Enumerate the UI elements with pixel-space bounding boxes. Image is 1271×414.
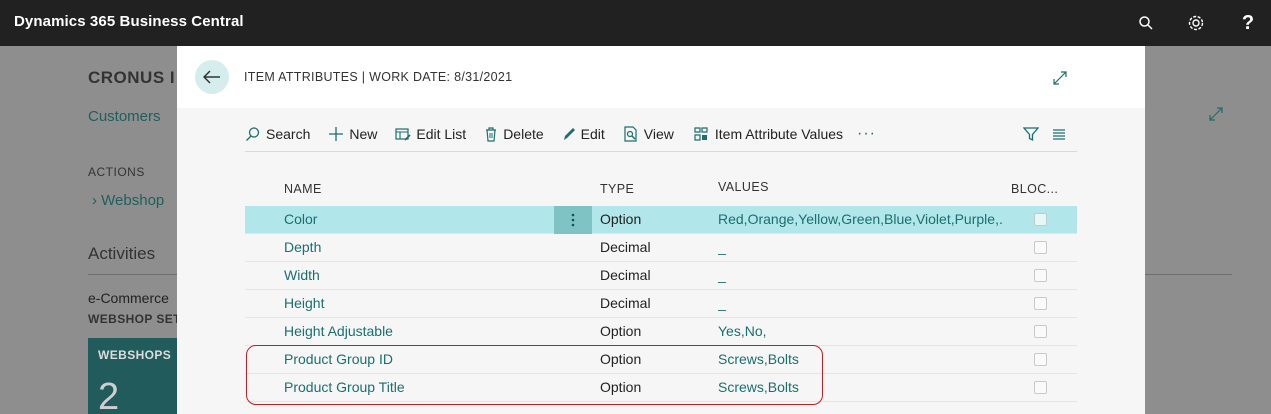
- delete-button[interactable]: Delete: [484, 125, 544, 142]
- item-attribute-values-label: Item Attribute Values: [714, 125, 844, 142]
- kebab-icon: [571, 213, 575, 227]
- back-button[interactable]: [195, 60, 229, 94]
- search-icon: [246, 126, 260, 141]
- company-name: CRONUS I: [88, 68, 176, 87]
- delete-label: Delete: [503, 125, 544, 142]
- cell-values[interactable]: Yes,No,: [718, 323, 1004, 339]
- column-header-name[interactable]: NAME: [284, 182, 322, 196]
- dialog-header: ITEM ATTRIBUTES | WORK DATE: 8/31/2021: [177, 46, 1145, 108]
- cell-name[interactable]: Depth: [284, 239, 321, 255]
- row-actions-button[interactable]: [554, 206, 592, 234]
- table-row[interactable]: Color Option Red,Orange,Yellow,Green,Blu…: [245, 206, 1077, 234]
- column-header-type[interactable]: TYPE: [600, 182, 634, 196]
- blocked-checkbox[interactable]: [1034, 241, 1047, 254]
- ecommerce-label: e-Commerce: [88, 290, 169, 306]
- column-header-blocked[interactable]: BLOC...: [1011, 182, 1058, 196]
- blocked-checkbox[interactable]: [1034, 213, 1047, 226]
- cell-type: Option: [600, 211, 642, 227]
- cell-name[interactable]: Color: [284, 211, 317, 227]
- webshop-setup-label: WEBSHOP SET: [88, 312, 181, 326]
- webshop-link-label: Webshop: [101, 192, 165, 209]
- edit-list-icon: [395, 127, 411, 141]
- view-icon: [624, 125, 637, 142]
- new-label: New: [349, 125, 378, 142]
- actions-heading: ACTIONS: [88, 165, 145, 179]
- search-icon[interactable]: [1134, 11, 1158, 35]
- chevron-right-icon: ›: [92, 192, 102, 209]
- table-header: NAME TYPE VALUES BLOC...: [245, 172, 1077, 206]
- help-icon[interactable]: ?: [1236, 11, 1260, 35]
- app-bar: Dynamics 365 Business Central ?: [0, 0, 1271, 46]
- cell-type: Decimal: [600, 267, 651, 283]
- highlight-annotation: [246, 345, 823, 405]
- search-button[interactable]: Search: [245, 126, 310, 142]
- activities-heading: Activities: [88, 244, 156, 263]
- blocked-checkbox[interactable]: [1034, 381, 1047, 394]
- filter-icon[interactable]: [1022, 126, 1040, 147]
- expand-icon[interactable]: [1208, 106, 1224, 127]
- cell-values[interactable]: _: [718, 267, 1004, 283]
- cell-values[interactable]: Red,Orange,Yellow,Green,Blue,Violet,Purp…: [718, 211, 1004, 227]
- webshops-tile[interactable]: WEBSHOPS 2: [88, 338, 180, 414]
- expand-icon[interactable]: [1052, 70, 1068, 91]
- blocked-checkbox[interactable]: [1034, 325, 1047, 338]
- cell-type: Decimal: [600, 295, 651, 311]
- gear-icon[interactable]: [1184, 11, 1208, 35]
- cell-values[interactable]: _: [718, 295, 1004, 311]
- cell-name[interactable]: Height Adjustable: [284, 323, 393, 339]
- cell-values[interactable]: _: [718, 239, 1004, 255]
- customers-link[interactable]: Customers: [88, 108, 161, 125]
- table-row[interactable]: Height Decimal _: [245, 290, 1077, 318]
- attribute-values-icon: [694, 126, 708, 141]
- tile-value: 2: [98, 376, 120, 414]
- new-button[interactable]: New: [328, 126, 377, 142]
- search-label: Search: [266, 125, 311, 142]
- view-button[interactable]: View: [623, 126, 674, 142]
- edit-label: Edit: [580, 125, 605, 142]
- table-row[interactable]: Width Decimal _: [245, 262, 1077, 290]
- item-attribute-values-button[interactable]: Item Attribute Values: [692, 126, 843, 142]
- cell-name[interactable]: Width: [284, 267, 320, 283]
- blocked-checkbox[interactable]: [1034, 297, 1047, 310]
- more-actions-button[interactable]: ···: [857, 125, 876, 143]
- plus-icon: [329, 126, 344, 141]
- edit-list-button[interactable]: Edit List: [395, 126, 466, 142]
- blocked-checkbox[interactable]: [1034, 269, 1047, 282]
- cell-name[interactable]: Height: [284, 295, 324, 311]
- webshop-link[interactable]: › Webshop: [92, 192, 164, 209]
- pencil-icon: [563, 127, 575, 140]
- action-bar: Search New Edit List Delete Edit View It…: [245, 116, 1077, 152]
- edit-list-label: Edit List: [416, 125, 467, 142]
- table-row[interactable]: Depth Decimal _: [245, 234, 1077, 262]
- column-header-values[interactable]: VALUES: [718, 180, 769, 194]
- edit-button[interactable]: Edit: [562, 126, 605, 142]
- arrow-left-icon: [203, 70, 220, 84]
- tile-label: WEBSHOPS: [98, 348, 172, 362]
- toolbar-right: [1022, 126, 1067, 147]
- list-view-icon[interactable]: [1051, 126, 1067, 147]
- cell-type: Option: [600, 323, 642, 339]
- blocked-checkbox[interactable]: [1034, 353, 1047, 366]
- table-row[interactable]: Height Adjustable Option Yes,No,: [245, 318, 1077, 346]
- trash-icon: [486, 126, 497, 142]
- cell-type: Decimal: [600, 239, 651, 255]
- view-label: View: [643, 125, 674, 142]
- dialog-title: ITEM ATTRIBUTES | WORK DATE: 8/31/2021: [244, 70, 513, 84]
- app-title: Dynamics 365 Business Central: [14, 13, 244, 30]
